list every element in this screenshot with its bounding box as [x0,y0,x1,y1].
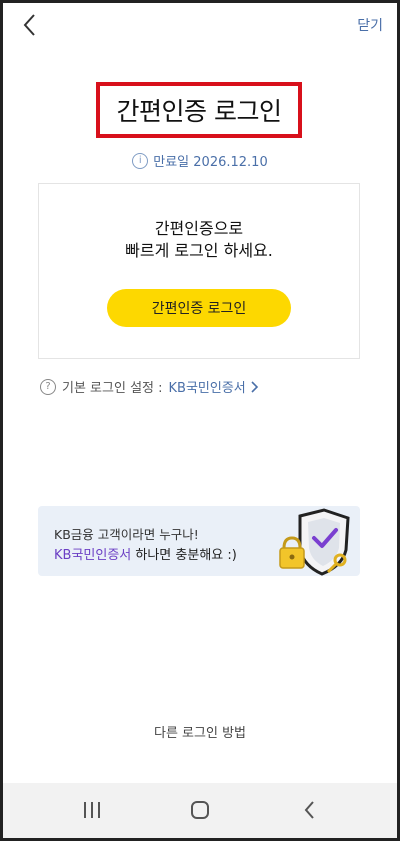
card-message: 간편인증으로 빠르게 로그인 하세요. [39,218,359,262]
banner-line-1: KB금융 고객이라면 누구나! [54,527,199,542]
expiry-text: 만료일 2026.12.10 [153,155,268,170]
expiry-row: i 만료일 2026.12.10 [0,151,400,170]
title-highlight-box: 간편인증 로그인 [96,82,302,138]
chevron-right-icon [251,380,258,393]
back-icon[interactable] [297,797,323,823]
card-line-2: 빠르게 로그인 하세요. [125,241,273,260]
close-button[interactable]: 닫기 [357,15,383,35]
top-bar: 닫기 [3,3,397,47]
kb-certificate-link-label: KB국민인증서 [168,381,246,396]
banner-accent-text: KB국민인증서 [54,548,132,563]
page-title: 간편인증 로그인 [116,97,282,126]
recent-apps-icon[interactable] [79,797,105,823]
other-login-methods-link[interactable]: 다른 로그인 방법 [0,722,400,741]
chevron-left-icon[interactable] [17,11,45,39]
banner-line-2: KB국민인증서 하나면 충분해요 :) [54,544,237,563]
question-icon[interactable]: ? [40,378,56,395]
system-nav-bar [3,783,397,838]
simple-auth-card: 간편인증으로 빠르게 로그인 하세요. 간편인증 로그인 [38,183,360,359]
basic-login-setting: ? 기본 로그인 설정 : KB국민인증서 [40,377,259,396]
home-icon[interactable] [187,797,213,823]
basic-login-label: 기본 로그인 설정 : [62,381,163,396]
promo-banner[interactable]: KB금융 고객이라면 누구나! KB국민인증서 하나면 충분해요 :) [38,506,360,576]
banner-rest-text: 하나면 충분해요 :) [131,548,237,563]
card-line-1: 간편인증으로 [154,219,244,238]
info-icon: i [132,152,149,169]
simple-auth-login-button[interactable]: 간편인증 로그인 [107,289,291,327]
shield-lock-key-icon [279,508,350,576]
kb-certificate-link[interactable]: KB국민인증서 [169,377,259,396]
